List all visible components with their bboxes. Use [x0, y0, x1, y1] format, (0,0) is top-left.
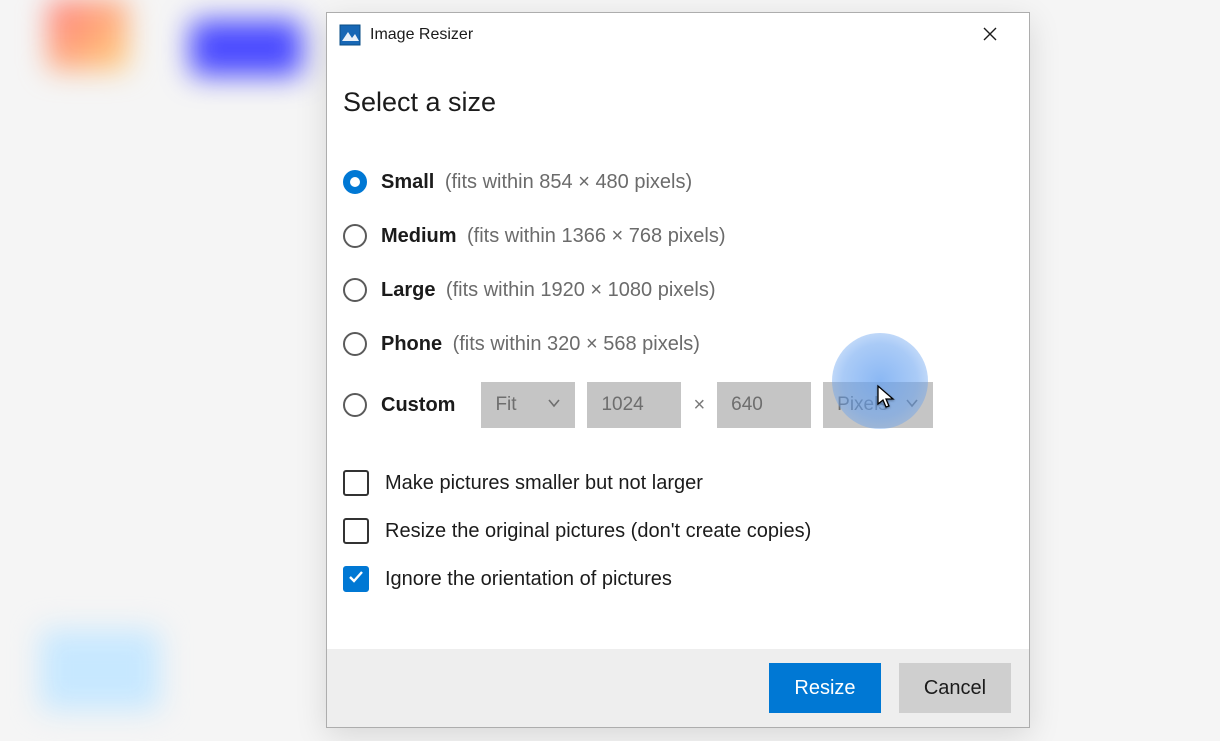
check-label: Resize the original pictures (don't crea… [385, 520, 811, 543]
size-desc: (fits within 1366 × 768 pixels) [467, 225, 725, 247]
custom-height-input[interactable]: 640 [717, 382, 811, 428]
background-blur-item [190, 20, 302, 76]
radio-medium[interactable] [343, 224, 367, 248]
check-label: Make pictures smaller but not larger [385, 472, 703, 495]
size-option-small[interactable]: Small (fits within 854 × 480 pixels) [343, 166, 1013, 198]
custom-width-input[interactable]: 1024 [587, 382, 681, 428]
close-icon [983, 27, 997, 44]
size-label: Medium [381, 225, 457, 247]
image-resizer-app-icon [339, 24, 361, 46]
dialog-footer: Resize Cancel [327, 649, 1029, 727]
image-resizer-dialog: Image Resizer Select a size Small (fits … [326, 12, 1030, 728]
radio-phone[interactable] [343, 332, 367, 356]
fit-mode-select[interactable]: Fit [481, 382, 575, 428]
check-resize-original[interactable]: Resize the original pictures (don't crea… [343, 518, 1013, 544]
background-blur-item [48, 0, 128, 70]
fit-mode-value: Fit [495, 394, 516, 416]
size-desc: (fits within 1920 × 1080 pixels) [446, 279, 716, 301]
size-label: Custom [381, 394, 455, 417]
cancel-button[interactable]: Cancel [899, 663, 1011, 713]
size-option-custom[interactable]: Custom Fit 1024 × 640 Pixels [343, 382, 1013, 428]
size-desc: (fits within 854 × 480 pixels) [445, 171, 692, 193]
titlebar: Image Resizer [327, 13, 1029, 57]
size-option-large[interactable]: Large (fits within 1920 × 1080 pixels) [343, 274, 1013, 306]
check-smaller-only[interactable]: Make pictures smaller but not larger [343, 470, 1013, 496]
chevron-down-icon [547, 394, 561, 416]
checkbox-smaller-only[interactable] [343, 470, 369, 496]
unit-value: Pixels [837, 394, 888, 416]
check-ignore-orientation[interactable]: Ignore the orientation of pictures [343, 566, 1013, 592]
dialog-heading: Select a size [343, 87, 1013, 118]
unit-select[interactable]: Pixels [823, 382, 933, 428]
size-option-medium[interactable]: Medium (fits within 1366 × 768 pixels) [343, 220, 1013, 252]
checkbox-ignore-orientation[interactable] [343, 566, 369, 592]
radio-large[interactable] [343, 278, 367, 302]
options-checkboxes: Make pictures smaller but not larger Res… [343, 470, 1013, 592]
size-desc: (fits within 320 × 568 pixels) [453, 333, 700, 355]
close-button[interactable] [969, 19, 1011, 51]
size-label: Phone [381, 333, 442, 355]
checkmark-icon [347, 568, 365, 591]
window-title: Image Resizer [370, 26, 473, 44]
resize-button[interactable]: Resize [769, 663, 881, 713]
custom-width-value: 1024 [601, 394, 643, 416]
size-label: Large [381, 279, 435, 301]
times-symbol: × [693, 394, 705, 417]
checkbox-resize-original[interactable] [343, 518, 369, 544]
custom-size-controls: Fit 1024 × 640 Pixels [481, 382, 933, 428]
radio-small[interactable] [343, 170, 367, 194]
chevron-down-icon [905, 394, 919, 416]
check-label: Ignore the orientation of pictures [385, 568, 672, 591]
size-options: Small (fits within 854 × 480 pixels) Med… [343, 166, 1013, 428]
custom-height-value: 640 [731, 394, 763, 416]
size-label: Small [381, 171, 434, 193]
size-option-phone[interactable]: Phone (fits within 320 × 568 pixels) [343, 328, 1013, 360]
background-blur-item [40, 630, 160, 710]
radio-custom[interactable] [343, 393, 367, 417]
